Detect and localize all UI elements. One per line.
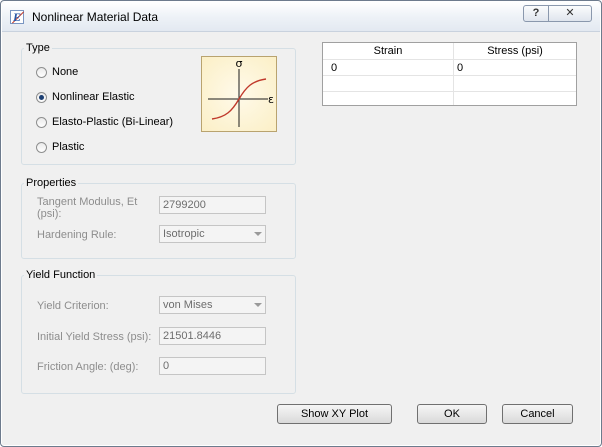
ok-button[interactable]: OK <box>417 404 487 424</box>
initial-yield-stress-label: Initial Yield Stress (psi): <box>37 331 152 343</box>
tangent-modulus-field[interactable]: 2799200 <box>159 196 266 214</box>
radio-plastic-indicator[interactable] <box>36 141 47 153</box>
sigma-label: σ <box>236 57 243 70</box>
chevron-down-icon <box>254 303 262 307</box>
strain-stress-table[interactable]: Strain Stress (psi) 0 0 <box>322 42 577 106</box>
window-title: Nonlinear Material Data <box>32 10 159 24</box>
hardening-rule-value: Isotropic <box>163 228 205 240</box>
nonlinear-material-dialog: E Nonlinear Material Data ? ✕ Type None … <box>0 0 602 447</box>
radio-elasto-plastic-indicator[interactable] <box>36 116 47 128</box>
dialog-body: Type None Nonlinear Elastic Elasto-Plast… <box>9 32 593 438</box>
yield-criterion-label: Yield Criterion: <box>37 300 109 312</box>
cancel-button[interactable]: Cancel <box>502 404 573 424</box>
tangent-modulus-label-line2: (psi): <box>37 208 62 220</box>
title-bar[interactable]: E Nonlinear Material Data ? ✕ <box>2 2 600 32</box>
yield-criterion-value: von Mises <box>163 299 213 311</box>
properties-group: Properties Tangent Modulus, Et (psi): 27… <box>21 177 296 259</box>
yield-function-group-title: Yield Function <box>24 269 98 281</box>
chevron-down-icon <box>254 232 262 236</box>
tangent-modulus-label-line1: Tangent Modulus, Et <box>37 196 138 208</box>
radio-none[interactable]: None <box>36 65 78 79</box>
hardening-rule-select[interactable]: Isotropic <box>159 225 266 243</box>
radio-none-label: None <box>52 66 79 78</box>
stress-strain-graph: σ ε <box>201 56 277 132</box>
close-button[interactable]: ✕ <box>548 5 592 22</box>
column-header-strain: Strain <box>373 45 403 57</box>
radio-none-indicator[interactable] <box>36 66 47 78</box>
radio-elasto-plastic[interactable]: Elasto-Plastic (Bi-Linear) <box>36 115 173 129</box>
radio-nonlinear-elastic-indicator[interactable] <box>36 91 47 103</box>
properties-group-title: Properties <box>24 177 79 189</box>
show-xy-plot-button[interactable]: Show XY Plot <box>277 404 392 424</box>
initial-yield-stress-field[interactable]: 21501.8446 <box>159 327 266 345</box>
app-icon: E <box>10 10 25 24</box>
radio-nonlinear-elastic-label: Nonlinear Elastic <box>52 91 135 103</box>
yield-criterion-select[interactable]: von Mises <box>159 296 266 314</box>
hardening-rule-label: Hardening Rule: <box>37 229 117 241</box>
cell-stress-0[interactable]: 0 <box>457 61 463 75</box>
epsilon-label: ε <box>268 93 274 106</box>
cell-strain-0[interactable]: 0 <box>331 61 337 75</box>
radio-plastic-label: Plastic <box>52 141 85 153</box>
help-button[interactable]: ? <box>523 5 549 22</box>
column-header-stress: Stress (psi) <box>487 45 543 57</box>
friction-angle-label: Friction Angle: (deg): <box>37 361 139 373</box>
radio-plastic[interactable]: Plastic <box>36 140 84 154</box>
radio-elasto-plastic-label: Elasto-Plastic (Bi-Linear) <box>52 116 174 128</box>
yield-function-group: Yield Function Yield Criterion: von Mise… <box>21 269 296 394</box>
stress-strain-curve-icon: σ ε <box>208 57 274 127</box>
radio-nonlinear-elastic[interactable]: Nonlinear Elastic <box>36 90 135 104</box>
close-icon: ✕ <box>565 7 575 19</box>
friction-angle-field[interactable]: 0 <box>159 357 266 375</box>
type-group-title: Type <box>24 42 52 54</box>
